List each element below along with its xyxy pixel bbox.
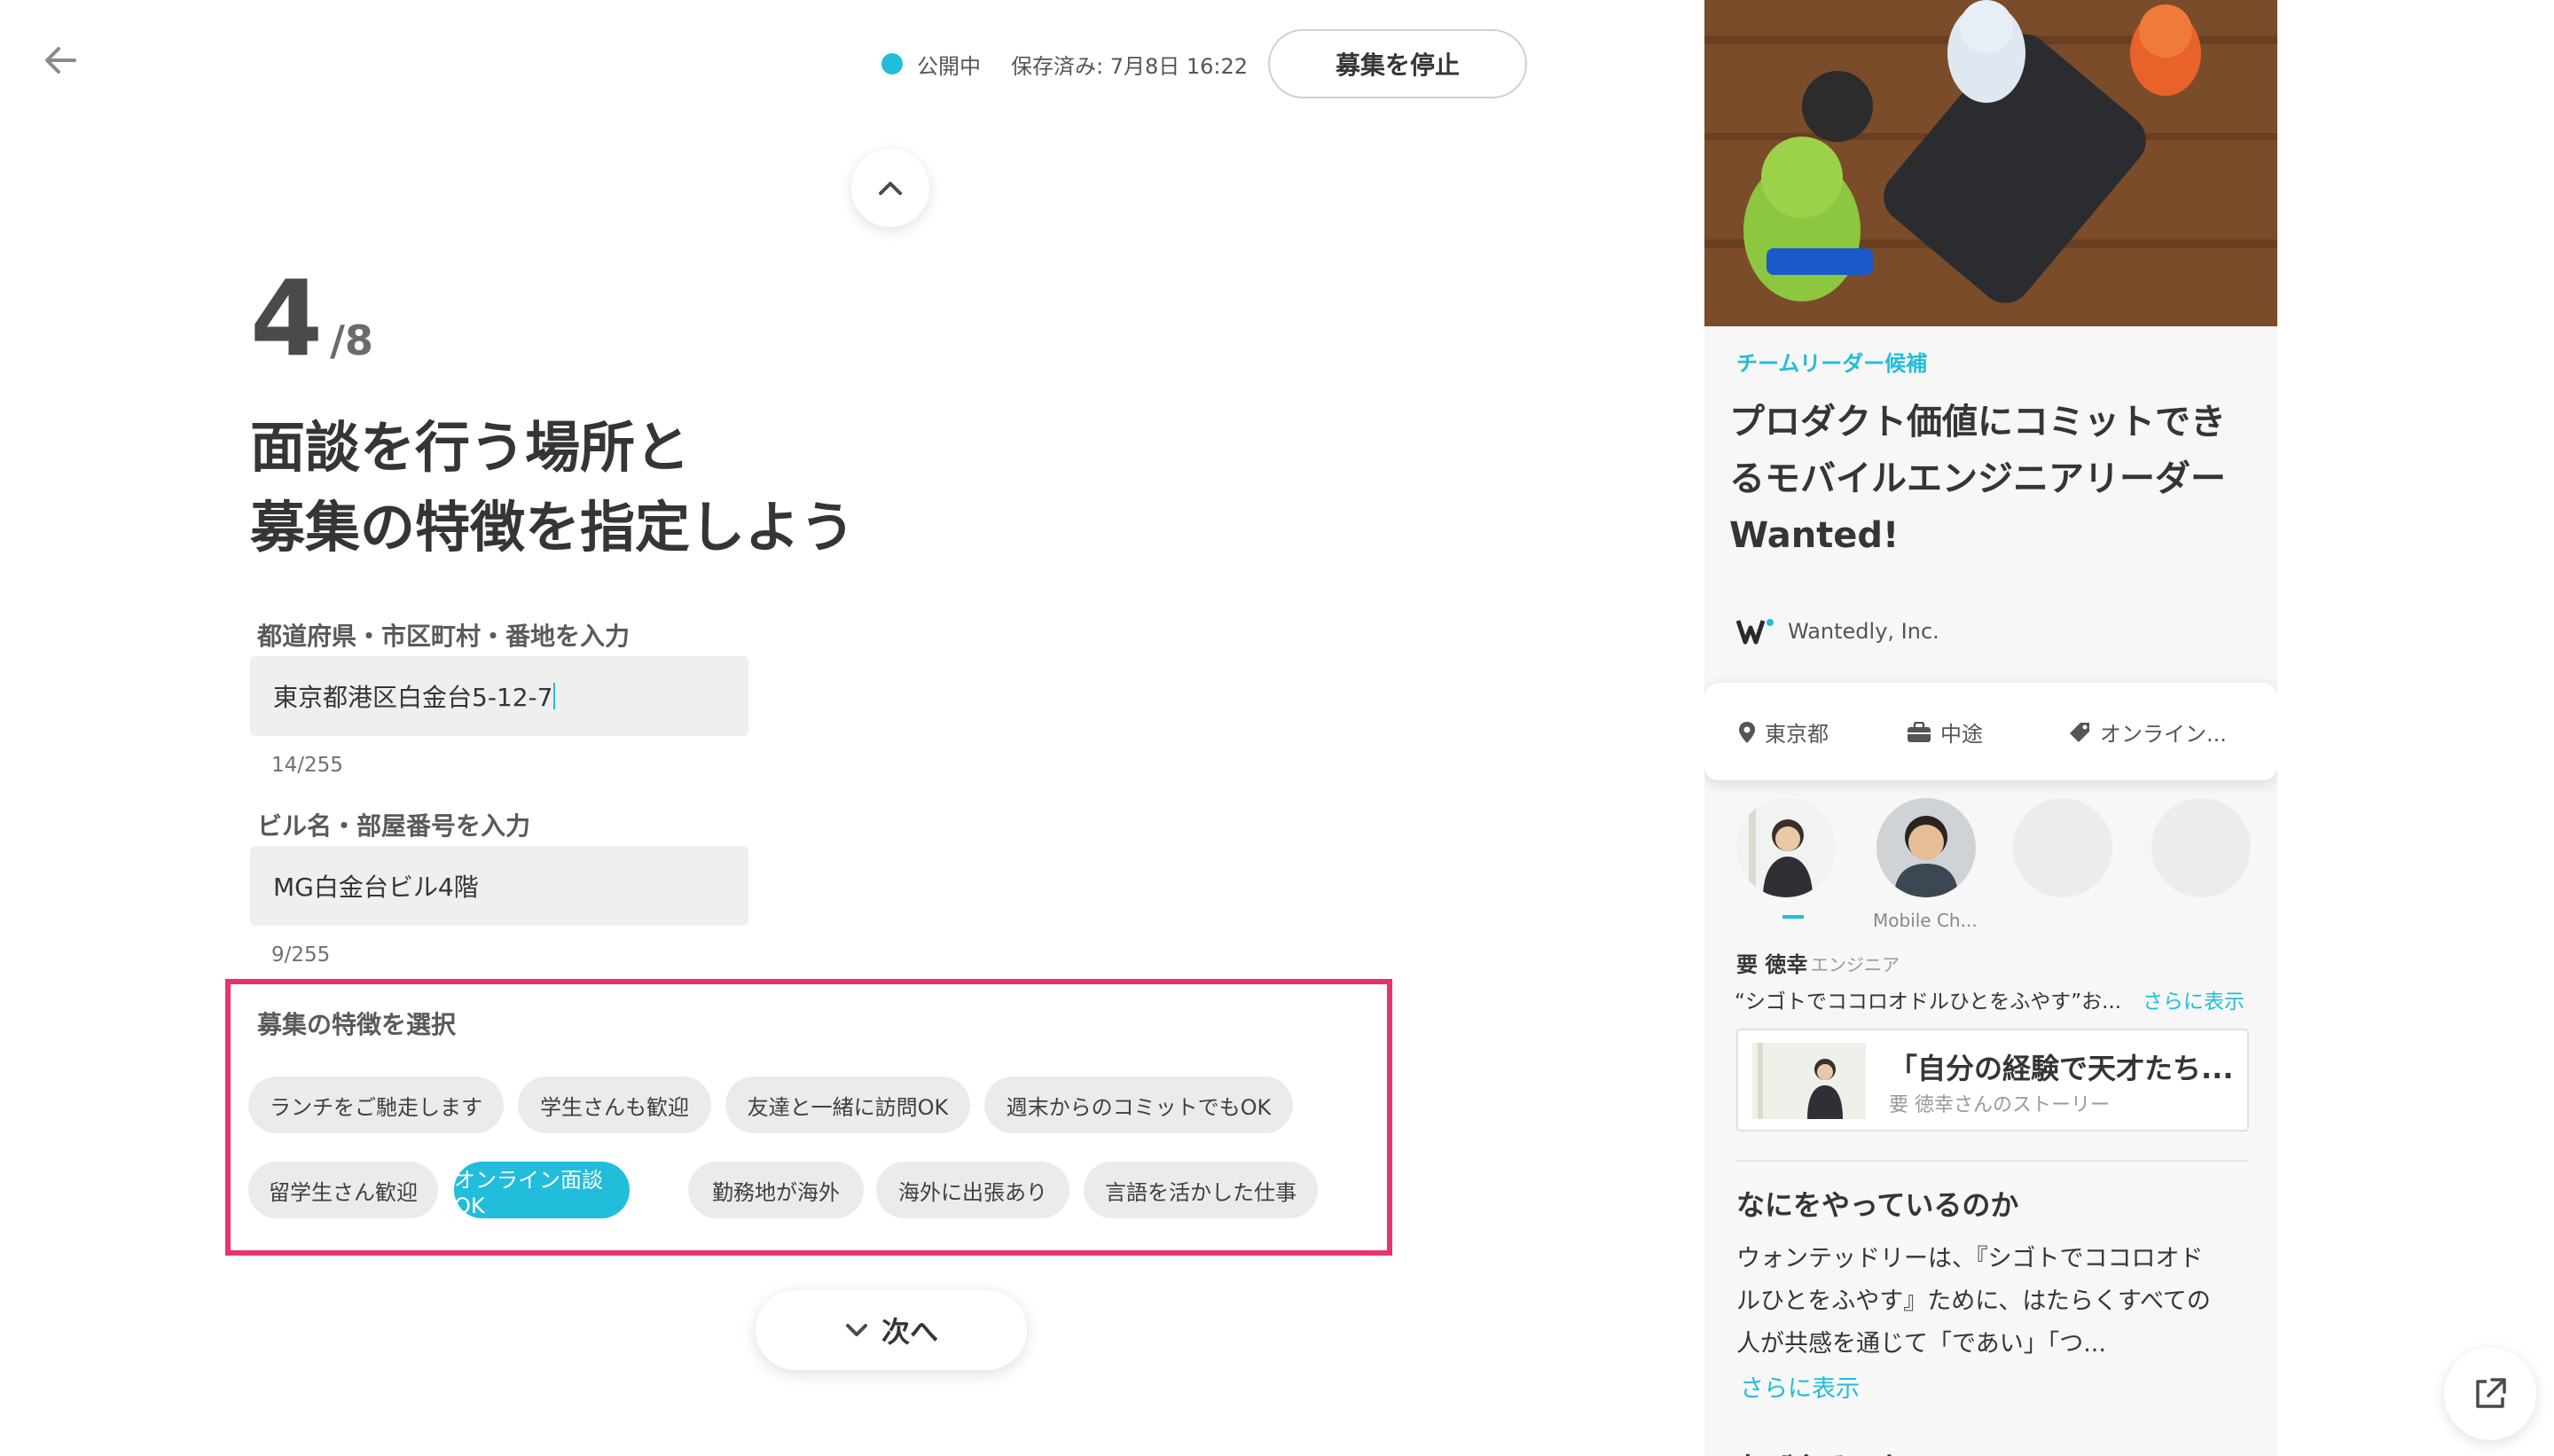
step-current: 4	[250, 257, 324, 380]
member-name: 要 徳幸	[1736, 952, 1808, 977]
section-body-line-1: ウォンテッドリーは、『シゴトでココロオド	[1736, 1245, 2204, 1272]
page-title-line-2: 募集の特徴を指定しよう	[250, 495, 856, 560]
member-more-link[interactable]: さらに表示	[2143, 984, 2245, 1014]
member-quote: “シゴトでココロオドルひとをふやす”お...	[1735, 990, 2122, 1014]
features-label: 募集の特徴を選択	[257, 1010, 457, 1039]
job-title-line-3: Wanted!	[1729, 515, 1900, 556]
section-divider	[1736, 1160, 2249, 1162]
location-pin-icon	[1739, 721, 1755, 743]
section-heading-what: なにをやっているのか	[1736, 1188, 2019, 1222]
member-caption: Mobile Ch...	[1873, 910, 1978, 931]
info-employment-type: 中途	[1907, 716, 1983, 748]
feature-chip-friends[interactable]: 友達と一緒に訪問OK	[725, 1076, 970, 1133]
info-location: 東京都	[1738, 716, 1829, 748]
feature-chip-overseas-work[interactable]: 勤務地が海外	[688, 1162, 864, 1218]
story-subtitle: 要 徳幸さんのストーリー	[1889, 1094, 2110, 1116]
section-body-what: ウォンテッドリーは、『シゴトでココロオド ルひとをふやす』ために、はたらくすべて…	[1736, 1238, 2251, 1366]
chevron-down-icon	[845, 1324, 867, 1336]
building-label: ビル名・部屋番号を入力	[257, 811, 531, 841]
member-role: エンジニア	[1811, 954, 1900, 975]
stop-recruitment-button[interactable]: 募集を停止	[1268, 29, 1527, 98]
building-value: MG白金台ビル4階	[273, 873, 479, 902]
address-input[interactable]: 東京都港区白金台5-12-7	[250, 656, 748, 736]
info-location-label: 東京都	[1765, 722, 1829, 747]
info-employment-type-label: 中途	[1940, 722, 1983, 747]
member-active-indicator	[1782, 915, 1804, 919]
section-heading-why: なぜやるのか	[1736, 1445, 1907, 1456]
feature-chip-lunch[interactable]: ランチをご馳走します	[248, 1076, 504, 1133]
previous-step-button[interactable]	[851, 149, 929, 227]
publish-status: 公開中 保存済み: 7月8日 16:22	[881, 46, 1248, 82]
feature-chip-weekend[interactable]: 週末からのコミットでもOK	[984, 1076, 1293, 1133]
saved-timestamp: 保存済み: 7月8日 16:22	[1011, 53, 1249, 79]
job-info-card: 東京都 中途 オンライン...	[1704, 683, 2277, 780]
step-counter: 4 /8	[250, 266, 373, 371]
job-title-line-2: るモバイルエンジニアリーダー	[1729, 458, 2226, 499]
address-value: 東京都港区白金台5-12-7	[273, 683, 553, 712]
next-label: 次へ	[881, 1315, 938, 1349]
section-body-line-2: ルひとをふやす』ために、はたらくすべての	[1736, 1288, 2211, 1315]
open-external-button[interactable]	[2444, 1348, 2536, 1440]
job-tagline: チームリーダー候補	[1736, 351, 1928, 376]
feature-chip-overseas-trip[interactable]: 海外に出張あり	[876, 1162, 1069, 1218]
external-link-icon	[2476, 1378, 2506, 1408]
text-cursor	[553, 683, 556, 709]
feature-chip-international-students[interactable]: 留学生さん歓迎	[248, 1162, 438, 1218]
address-label: 都道府県・市区町村・番地を入力	[257, 622, 631, 651]
page-title: 面談を行う場所と 募集の特徴を指定しよう	[250, 408, 855, 568]
job-title: プロダクト価値にコミットでき るモバイルエンジニアリーダー Wanted!	[1729, 394, 2261, 564]
hero-image	[1704, 0, 2277, 326]
info-tag: オンライン...	[2068, 716, 2227, 748]
section-more-link[interactable]: さらに表示	[1740, 1369, 1860, 1404]
member-avatar-1[interactable]	[1736, 798, 1836, 897]
story-title: 「自分の経験で天才たち...	[1889, 1052, 2234, 1085]
chevron-up-icon	[879, 182, 902, 195]
status-label: 公開中	[917, 53, 981, 79]
feature-chip-online-interview[interactable]: オンライン面談OK	[454, 1162, 630, 1218]
story-thumbnail	[1752, 1043, 1866, 1119]
briefcase-icon	[1908, 721, 1931, 742]
feature-chip-language[interactable]: 言語を活かした仕事	[1084, 1162, 1318, 1218]
company-name: Wantedly, Inc.	[1788, 619, 1939, 644]
job-title-line-1: プロダクト価値にコミットでき	[1729, 402, 2226, 442]
tag-icon	[2070, 722, 2089, 742]
status-dot-icon	[881, 53, 903, 74]
step-total: /8	[330, 317, 373, 364]
page-title-line-1: 面談を行う場所と	[250, 415, 691, 480]
info-tag-label: オンライン...	[2100, 722, 2227, 747]
wantedly-logo-icon	[1736, 619, 1774, 645]
feature-chip-students[interactable]: 学生さんも歓迎	[518, 1076, 711, 1133]
back-arrow-icon[interactable]	[41, 41, 80, 80]
member-avatar-placeholder-1	[2013, 798, 2112, 897]
member-avatar-placeholder-2	[2151, 798, 2251, 897]
address-counter: 14/255	[271, 754, 343, 777]
story-card[interactable]: 「自分の経験で天才たち... 要 徳幸さんのストーリー	[1736, 1029, 2249, 1131]
next-step-button[interactable]: 次へ	[756, 1290, 1027, 1370]
building-input[interactable]: MG白金台ビル4階	[250, 846, 748, 926]
building-counter: 9/255	[271, 943, 331, 967]
company: Wantedly, Inc.	[1736, 615, 1939, 647]
member-avatar-2[interactable]	[1876, 798, 1976, 897]
section-body-line-3: 人が共感を通じて「であい」「つ...	[1736, 1330, 2106, 1358]
